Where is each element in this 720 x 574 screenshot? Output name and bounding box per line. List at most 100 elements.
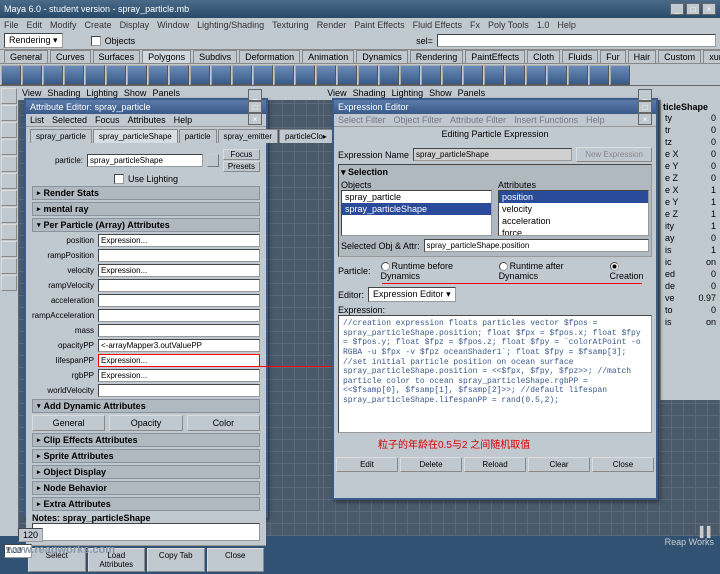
- shelf-icon[interactable]: [547, 65, 567, 85]
- menu-item[interactable]: Render: [317, 20, 347, 30]
- shelf-tab[interactable]: PaintEffects: [465, 50, 525, 63]
- ee-button[interactable]: Clear: [528, 457, 590, 472]
- menu-item[interactable]: Help: [557, 20, 576, 30]
- shelf-icon[interactable]: [442, 65, 462, 85]
- shelf-icon[interactable]: [253, 65, 273, 85]
- shelf-tab[interactable]: Cloth: [527, 50, 560, 63]
- shelf-icon[interactable]: [64, 65, 84, 85]
- shelf-tab[interactable]: Polygons: [142, 50, 191, 63]
- expression-textarea[interactable]: //creation expression floats particles v…: [338, 315, 652, 433]
- section-clip[interactable]: Clip Effects Attributes: [32, 433, 260, 447]
- viewport-menu-item[interactable]: Lighting: [86, 88, 118, 98]
- tool-button[interactable]: [1, 275, 17, 291]
- shelf-icon[interactable]: [316, 65, 336, 85]
- obj-check-icon[interactable]: [91, 36, 101, 46]
- ae-menu-item[interactable]: Help: [174, 115, 193, 125]
- tool-button[interactable]: [1, 258, 17, 274]
- channel-row[interactable]: tz0: [663, 136, 718, 148]
- viewport-menu-item[interactable]: Lighting: [392, 88, 424, 98]
- ae-menu-item[interactable]: Selected: [52, 115, 87, 125]
- menu-item[interactable]: Window: [157, 20, 189, 30]
- viewport-menu-item[interactable]: View: [22, 88, 41, 98]
- channel-row[interactable]: ay0: [663, 232, 718, 244]
- menu-item[interactable]: Texturing: [272, 20, 309, 30]
- list-item[interactable]: acceleration: [499, 215, 648, 227]
- ee-menu-item[interactable]: Help: [586, 115, 605, 125]
- channel-row[interactable]: is1: [663, 244, 718, 256]
- channel-row[interactable]: ed0: [663, 268, 718, 280]
- shelf-icon[interactable]: [169, 65, 189, 85]
- menu-item[interactable]: Edit: [27, 20, 43, 30]
- shelf-icon[interactable]: [232, 65, 252, 85]
- maximize-icon[interactable]: □: [686, 3, 700, 15]
- section-render-stats[interactable]: Render Stats: [32, 186, 260, 200]
- shelf-icon[interactable]: [463, 65, 483, 85]
- menu-item[interactable]: Fluid Effects: [413, 20, 462, 30]
- mode-dropdown[interactable]: Rendering ▾: [4, 33, 63, 48]
- shelf-icon[interactable]: [484, 65, 504, 85]
- pp-input[interactable]: [98, 354, 260, 367]
- list-item[interactable]: spray_particleShape: [342, 203, 491, 215]
- menu-item[interactable]: Paint Effects: [354, 20, 404, 30]
- maximize-icon[interactable]: □: [248, 101, 262, 113]
- channel-row[interactable]: e X1: [663, 184, 718, 196]
- maximize-icon[interactable]: □: [638, 101, 652, 113]
- shelf-tab[interactable]: Custom: [658, 50, 701, 63]
- shelf-icon[interactable]: [295, 65, 315, 85]
- shelf-icon[interactable]: [379, 65, 399, 85]
- objects-listbox[interactable]: spray_particlespray_particleShape: [341, 190, 492, 236]
- section-extra[interactable]: Extra Attributes: [32, 497, 260, 511]
- menu-item[interactable]: Lighting/Shading: [197, 20, 264, 30]
- list-item[interactable]: velocity: [499, 203, 648, 215]
- shelf-icon[interactable]: [610, 65, 630, 85]
- shelf-icon[interactable]: [22, 65, 42, 85]
- section-per-particle[interactable]: Per Particle (Array) Attributes: [32, 218, 260, 232]
- selection-header[interactable]: ▾ Selection: [341, 167, 649, 178]
- presets-button[interactable]: Presets: [223, 161, 260, 172]
- shelf-tab[interactable]: Rendering: [410, 50, 464, 63]
- channel-row[interactable]: ity1: [663, 220, 718, 232]
- pp-input[interactable]: [98, 339, 260, 352]
- channel-row[interactable]: e Y0: [663, 160, 718, 172]
- minimize-icon[interactable]: _: [670, 3, 684, 15]
- shelf-tab[interactable]: Surfaces: [93, 50, 141, 63]
- ee-button[interactable]: Edit: [336, 457, 398, 472]
- minimize-icon[interactable]: _: [638, 89, 652, 101]
- attributes-listbox[interactable]: positionvelocityaccelerationforceinputFo…: [498, 190, 649, 236]
- list-item[interactable]: spray_particle: [342, 191, 491, 203]
- add-attr-button[interactable]: Opacity: [109, 415, 182, 431]
- pp-input[interactable]: [98, 279, 260, 292]
- shelf-icon[interactable]: [211, 65, 231, 85]
- pp-input[interactable]: [98, 369, 260, 382]
- viewport-menu-item[interactable]: Show: [429, 88, 452, 98]
- select-icon[interactable]: [207, 154, 219, 167]
- focus-button[interactable]: Focus: [223, 149, 260, 160]
- shelf-icon[interactable]: [85, 65, 105, 85]
- menu-item[interactable]: Display: [120, 20, 150, 30]
- notes-text[interactable]: [32, 523, 260, 541]
- shelf-icon[interactable]: [505, 65, 525, 85]
- shelf-tab[interactable]: Fur: [600, 50, 626, 63]
- section-add-dynamic[interactable]: Add Dynamic Attributes: [32, 399, 260, 413]
- editor-dropdown[interactable]: Expression Editor ▾: [368, 287, 456, 302]
- shelf-icon[interactable]: [148, 65, 168, 85]
- viewport-menu-item[interactable]: Show: [124, 88, 147, 98]
- shelf-icon[interactable]: [337, 65, 357, 85]
- shelf-icon[interactable]: [1, 65, 21, 85]
- shelf-icon[interactable]: [127, 65, 147, 85]
- ae-titlebar[interactable]: Attribute Editor: spray_particle _ □ ×: [26, 100, 266, 114]
- shelf-tab[interactable]: Fluids: [562, 50, 598, 63]
- viewport-menu-item[interactable]: Panels: [458, 88, 486, 98]
- viewport-menu-item[interactable]: Shading: [353, 88, 386, 98]
- section-node-behavior[interactable]: Node Behavior: [32, 481, 260, 495]
- tool-button[interactable]: [1, 224, 17, 240]
- radio-icon[interactable]: [499, 262, 508, 271]
- add-attr-button[interactable]: Color: [187, 415, 260, 431]
- ae-button[interactable]: Copy Tab: [147, 548, 205, 572]
- sel-obj-attr-input[interactable]: [424, 239, 649, 252]
- particle-name-input[interactable]: [87, 154, 203, 167]
- channel-row[interactable]: ison: [663, 316, 718, 328]
- new-expr-button[interactable]: New Expression: [576, 147, 652, 162]
- ee-menu-item[interactable]: Attribute Filter: [450, 115, 506, 125]
- ae-tab[interactable]: particle: [179, 129, 217, 143]
